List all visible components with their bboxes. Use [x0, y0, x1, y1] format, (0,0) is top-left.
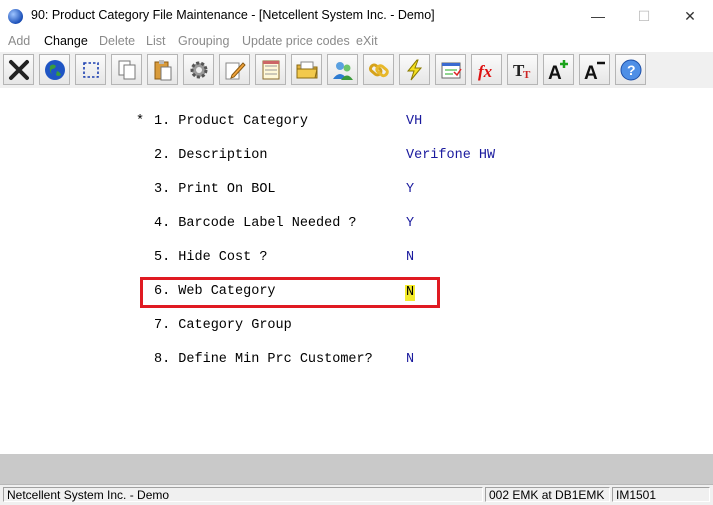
field-value-web-category[interactable]: N: [405, 285, 415, 301]
menu-add[interactable]: Add: [8, 34, 30, 48]
window-title: 90: Product Category File Maintenance - …: [31, 8, 435, 22]
font-decrease-icon[interactable]: A: [579, 54, 610, 85]
edit-pencil-icon[interactable]: [219, 54, 250, 85]
field-value-description[interactable]: Verifone HW: [406, 148, 495, 163]
menu-list[interactable]: List: [146, 34, 165, 48]
open-folder-icon[interactable]: [291, 54, 322, 85]
field-label-print-on-bol: 3. Print On BOL: [154, 182, 276, 197]
field-value-product-category[interactable]: VH: [406, 114, 422, 129]
link-icon[interactable]: [363, 54, 394, 85]
field-label-category-group: 7. Category Group: [154, 318, 292, 333]
copy-icon[interactable]: [111, 54, 142, 85]
maximize-button[interactable]: ☐: [621, 0, 667, 32]
svg-text:A: A: [584, 63, 598, 82]
svg-text:fx: fx: [478, 62, 493, 81]
globe-icon[interactable]: [39, 54, 70, 85]
field-value-hide-cost[interactable]: N: [406, 250, 414, 265]
text-format-icon[interactable]: TT: [507, 54, 538, 85]
calculator-icon[interactable]: [435, 54, 466, 85]
field-value-barcode-label[interactable]: Y: [406, 216, 414, 231]
field-label-web-category: 6. Web Category: [154, 284, 276, 299]
menu-bar: Add Change Delete List Grouping Update p…: [0, 32, 713, 52]
notepad-icon[interactable]: [255, 54, 286, 85]
font-increase-icon[interactable]: A: [543, 54, 574, 85]
close-window-button[interactable]: ✕: [667, 0, 713, 32]
svg-text:?: ?: [627, 62, 636, 78]
svg-text:A: A: [548, 63, 562, 82]
form-area: * 1. Product Category VH 2. Description …: [0, 88, 713, 454]
status-bar: Netcellent System Inc. - Demo 002 EMK at…: [0, 484, 713, 505]
status-program: IM1501: [612, 487, 710, 502]
help-icon[interactable]: ?: [615, 54, 646, 85]
fx-function-icon[interactable]: fx: [471, 54, 502, 85]
settings-gear-icon[interactable]: [183, 54, 214, 85]
status-company: Netcellent System Inc. - Demo: [3, 487, 483, 502]
field-label-define-min-prc: 8. Define Min Prc Customer?: [154, 352, 373, 367]
menu-grouping[interactable]: Grouping: [178, 34, 229, 48]
field-value-define-min-prc[interactable]: N: [406, 352, 414, 367]
app-globe-icon: [8, 9, 23, 24]
menu-exit[interactable]: eXit: [356, 34, 378, 48]
paste-icon[interactable]: [147, 54, 178, 85]
close-x-icon[interactable]: [3, 54, 34, 85]
field-label-product-category: 1. Product Category: [154, 114, 308, 129]
users-icon[interactable]: [327, 54, 358, 85]
title-bar: 90: Product Category File Maintenance - …: [0, 0, 713, 32]
lightning-icon[interactable]: [399, 54, 430, 85]
message-bar: [0, 454, 713, 484]
minimize-button[interactable]: —: [575, 0, 621, 32]
menu-update-price-codes[interactable]: Update price codes: [242, 34, 350, 48]
menu-change[interactable]: Change: [44, 34, 88, 48]
field-label-description: 2. Description: [154, 148, 268, 163]
field-value-print-on-bol[interactable]: Y: [406, 182, 414, 197]
current-field-marker: *: [136, 114, 145, 129]
status-session: 002 EMK at DB1EMK: [485, 487, 610, 502]
svg-text:T: T: [523, 69, 531, 81]
toolbar: fx TT A A ?: [0, 52, 713, 89]
field-label-hide-cost: 5. Hide Cost ?: [154, 250, 268, 265]
select-icon[interactable]: [75, 54, 106, 85]
field-label-barcode-label: 4. Barcode Label Needed ?: [154, 216, 357, 231]
menu-delete[interactable]: Delete: [99, 34, 135, 48]
